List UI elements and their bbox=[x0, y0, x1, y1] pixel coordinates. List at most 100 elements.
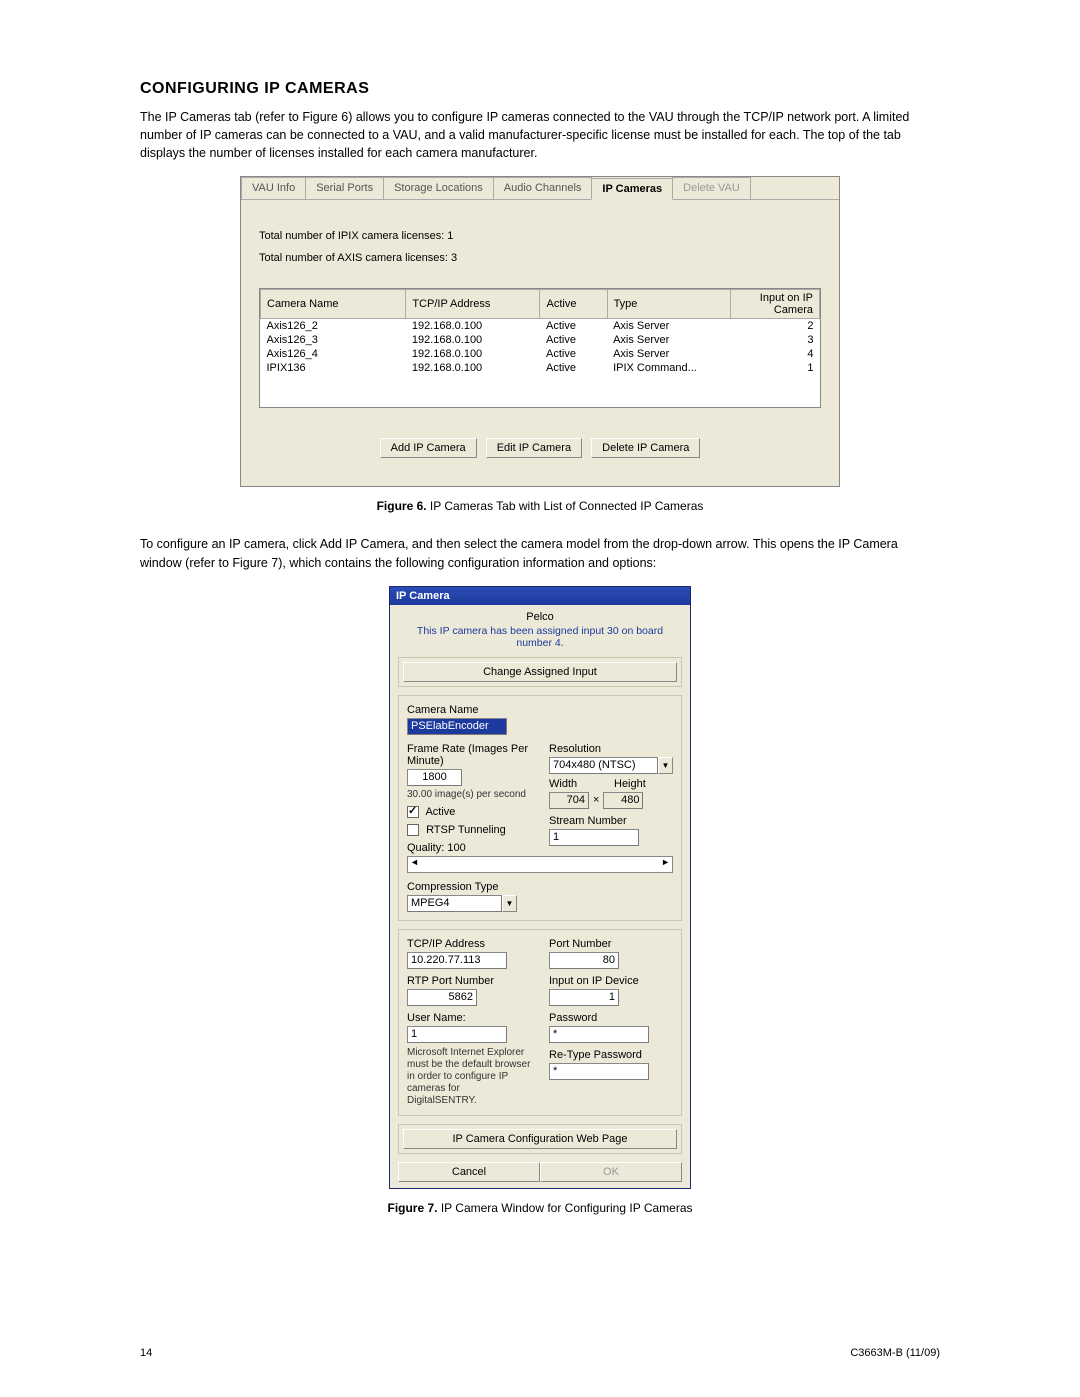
user-label: User Name: bbox=[407, 1012, 531, 1024]
retype-password-label: Re-Type Password bbox=[549, 1049, 673, 1061]
change-assigned-input-button[interactable]: Change Assigned Input bbox=[403, 662, 677, 682]
port-label: Port Number bbox=[549, 938, 673, 950]
input-device-input[interactable]: 1 bbox=[549, 989, 619, 1006]
table-row[interactable]: Axis126_3 192.168.0.100 Active Axis Serv… bbox=[261, 333, 820, 347]
tab-audio-channels[interactable]: Audio Channels bbox=[493, 177, 593, 199]
table-row[interactable]: Axis126_2 192.168.0.100 Active Axis Serv… bbox=[261, 319, 820, 334]
section-heading: CONFIGURING IP CAMERAS bbox=[140, 80, 940, 98]
cell: 192.168.0.100 bbox=[406, 347, 540, 361]
camera-name-input[interactable]: PSElabEncoder bbox=[407, 718, 507, 735]
camera-table: Camera Name TCP/IP Address Active Type I… bbox=[259, 288, 821, 408]
ip-camera-dialog: IP Camera Pelco This IP camera has been … bbox=[389, 586, 691, 1189]
rtp-input[interactable]: 5862 bbox=[407, 989, 477, 1006]
compression-select[interactable]: MPEG4 bbox=[407, 895, 502, 912]
table-header-row: Camera Name TCP/IP Address Active Type I… bbox=[261, 290, 820, 319]
cell: Active bbox=[540, 319, 607, 334]
stream-label: Stream Number bbox=[549, 815, 673, 827]
figure7-caption: Figure 7. IP Camera Window for Configuri… bbox=[140, 1201, 940, 1215]
active-label: Active bbox=[425, 806, 455, 818]
cell: 1 bbox=[730, 361, 819, 375]
browser-note: Microsoft Internet Explorer must be the … bbox=[407, 1047, 531, 1107]
col-type[interactable]: Type bbox=[607, 290, 730, 319]
col-tcpip[interactable]: TCP/IP Address bbox=[406, 290, 540, 319]
delete-ip-camera-button[interactable]: Delete IP Camera bbox=[591, 438, 700, 458]
ip-cameras-tab-panel: VAU Info Serial Ports Storage Locations … bbox=[240, 176, 840, 487]
figure7-text: IP Camera Window for Configuring IP Came… bbox=[438, 1201, 693, 1215]
axis-license-text: Total number of AXIS camera licenses: 3 bbox=[259, 252, 821, 264]
cancel-button[interactable]: Cancel bbox=[398, 1162, 540, 1182]
compression-label: Compression Type bbox=[407, 881, 673, 893]
ok-button: OK bbox=[540, 1162, 682, 1182]
retype-password-input[interactable]: * bbox=[549, 1063, 649, 1080]
frame-rate-label: Frame Rate (Images Per Minute) bbox=[407, 743, 531, 767]
password-label: Password bbox=[549, 1012, 673, 1024]
height-input: 480 bbox=[603, 792, 643, 809]
cell: Axis126_3 bbox=[261, 333, 406, 347]
ipix-license-text: Total number of IPIX camera licenses: 1 bbox=[259, 230, 821, 242]
tabs-row: VAU Info Serial Ports Storage Locations … bbox=[241, 177, 839, 200]
chevron-down-icon[interactable]: ▼ bbox=[502, 895, 517, 912]
resolution-select[interactable]: 704x480 (NTSC) bbox=[549, 757, 658, 774]
tab-ip-cameras[interactable]: IP Cameras bbox=[591, 178, 673, 200]
edit-ip-camera-button[interactable]: Edit IP Camera bbox=[486, 438, 582, 458]
assigned-input-text: This IP camera has been assigned input 3… bbox=[398, 625, 682, 649]
x-separator: × bbox=[593, 794, 599, 806]
cell: 3 bbox=[730, 333, 819, 347]
add-ip-camera-button[interactable]: Add IP Camera bbox=[380, 438, 477, 458]
quality-slider[interactable]: ◄► bbox=[407, 856, 673, 873]
table-row[interactable]: IPIX136 192.168.0.100 Active IPIX Comman… bbox=[261, 361, 820, 375]
tab-vau-info[interactable]: VAU Info bbox=[241, 177, 306, 199]
cell: Axis Server bbox=[607, 319, 730, 334]
cell: Active bbox=[540, 347, 607, 361]
page-number: 14 bbox=[140, 1347, 152, 1359]
tab-delete-vau: Delete VAU bbox=[672, 177, 751, 199]
cell: IPIX Command... bbox=[607, 361, 730, 375]
cell: Axis126_2 bbox=[261, 319, 406, 334]
user-input[interactable]: 1 bbox=[407, 1026, 507, 1043]
tcpip-label: TCP/IP Address bbox=[407, 938, 531, 950]
height-label: Height bbox=[614, 778, 673, 790]
cell: 192.168.0.100 bbox=[406, 319, 540, 334]
tab-storage-locations[interactable]: Storage Locations bbox=[383, 177, 494, 199]
input-device-label: Input on IP Device bbox=[549, 975, 673, 987]
rtsp-label: RTSP Tunneling bbox=[426, 824, 506, 836]
images-per-second-text: 30.00 image(s) per second bbox=[407, 789, 531, 800]
figure7-label: Figure 7. bbox=[387, 1201, 437, 1215]
tab-serial-ports[interactable]: Serial Ports bbox=[305, 177, 384, 199]
resolution-label: Resolution bbox=[549, 743, 673, 755]
cell: Active bbox=[540, 361, 607, 375]
tcpip-input[interactable]: 10.220.77.113 bbox=[407, 952, 507, 969]
password-input[interactable]: * bbox=[549, 1026, 649, 1043]
cell: 192.168.0.100 bbox=[406, 333, 540, 347]
mid-paragraph: To configure an IP camera, click Add IP … bbox=[140, 535, 940, 571]
col-input[interactable]: Input on IP Camera bbox=[730, 290, 819, 319]
width-input: 704 bbox=[549, 792, 589, 809]
brand-label: Pelco bbox=[398, 611, 682, 623]
cell: 4 bbox=[730, 347, 819, 361]
cell: Axis126_4 bbox=[261, 347, 406, 361]
width-label: Width bbox=[549, 778, 608, 790]
rtsp-checkbox[interactable] bbox=[407, 824, 419, 836]
chevron-down-icon[interactable]: ▼ bbox=[658, 757, 673, 774]
stream-input[interactable]: 1 bbox=[549, 829, 639, 846]
figure6-text: IP Cameras Tab with List of Connected IP… bbox=[427, 499, 704, 513]
col-camera-name[interactable]: Camera Name bbox=[261, 290, 406, 319]
cell: 192.168.0.100 bbox=[406, 361, 540, 375]
active-checkbox[interactable] bbox=[407, 806, 419, 818]
doc-code: C3663M-B (11/09) bbox=[850, 1347, 940, 1359]
figure6-label: Figure 6. bbox=[377, 499, 427, 513]
config-webpage-button[interactable]: IP Camera Configuration Web Page bbox=[403, 1129, 677, 1149]
cell: Axis Server bbox=[607, 333, 730, 347]
dialog-title: IP Camera bbox=[390, 587, 690, 605]
rtp-label: RTP Port Number bbox=[407, 975, 531, 987]
cell: 2 bbox=[730, 319, 819, 334]
frame-rate-input[interactable]: 1800 bbox=[407, 769, 462, 786]
figure6-caption: Figure 6. IP Cameras Tab with List of Co… bbox=[140, 499, 940, 513]
port-input[interactable]: 80 bbox=[549, 952, 619, 969]
col-active[interactable]: Active bbox=[540, 290, 607, 319]
cell: IPIX136 bbox=[261, 361, 406, 375]
intro-paragraph: The IP Cameras tab (refer to Figure 6) a… bbox=[140, 108, 940, 162]
cell: Axis Server bbox=[607, 347, 730, 361]
table-row[interactable]: Axis126_4 192.168.0.100 Active Axis Serv… bbox=[261, 347, 820, 361]
cell: Active bbox=[540, 333, 607, 347]
